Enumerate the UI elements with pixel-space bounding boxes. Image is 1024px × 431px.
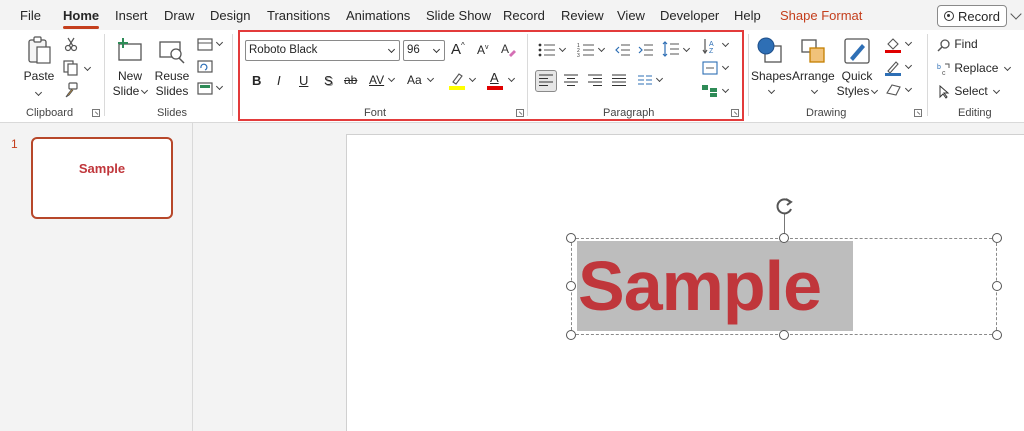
find-button[interactable]: Find [937, 37, 978, 52]
replace-button[interactable]: b c Replace [937, 61, 1011, 77]
annotation-highlight-box [238, 30, 744, 121]
paste-icon [28, 36, 51, 64]
reset-slide-icon[interactable] [197, 60, 213, 73]
drawing-group-label: Drawing [806, 107, 847, 119]
quick-styles-button[interactable]: Quick Styles [836, 36, 879, 99]
copy-icon[interactable] [63, 60, 79, 76]
resize-handle-right[interactable] [992, 281, 1002, 291]
paste-label: Paste [23, 69, 55, 83]
new-slide-label-line1: New [117, 69, 142, 83]
reuse-slides-label-line2: Slides [155, 84, 189, 98]
shapes-label: Shapes [751, 69, 792, 83]
cut-icon[interactable] [64, 36, 78, 52]
reuse-slides-button[interactable]: Reuse Slides [153, 36, 191, 99]
group-divider [232, 34, 233, 116]
rotate-handle-icon[interactable] [774, 196, 796, 216]
section-dropdown-caret[interactable] [215, 82, 224, 91]
drawing-launcher-icon[interactable] [914, 109, 922, 117]
tab-shape-format[interactable]: Shape Format [780, 8, 862, 23]
group-divider [748, 34, 749, 116]
resize-handle-top-left[interactable] [566, 233, 576, 243]
replace-label: Replace [954, 61, 999, 75]
tab-transitions[interactable]: Transitions [267, 8, 330, 23]
ribbon-tabs: File Home Insert Draw Design Transitions… [0, 0, 1024, 30]
panel-divider[interactable] [192, 123, 193, 431]
shape-fill-icon[interactable] [884, 36, 902, 54]
shapes-button[interactable]: Shapes [751, 36, 792, 99]
shape-outline-icon[interactable] [884, 59, 902, 77]
tab-developer[interactable]: Developer [660, 8, 719, 23]
find-label: Find [954, 37, 978, 51]
resize-handle-top[interactable] [779, 233, 789, 243]
shape-effects-icon[interactable] [884, 83, 902, 97]
layout-icon[interactable] [197, 38, 213, 51]
arrange-button[interactable]: Arrange [792, 36, 835, 99]
quick-styles-icon [844, 38, 870, 64]
slides-group-label: Slides [157, 107, 187, 119]
tab-animations[interactable]: Animations [346, 8, 410, 23]
shape-fill-caret[interactable] [904, 38, 913, 47]
clipboard-group-label: Clipboard [26, 107, 74, 119]
quick-styles-label-line1: Quick [841, 69, 873, 83]
resize-handle-bottom-right[interactable] [992, 330, 1002, 340]
quick-styles-label-line2: Styles [836, 84, 870, 98]
resize-handle-bottom-left[interactable] [566, 330, 576, 340]
record-button-label: Record [958, 8, 1000, 24]
slide-thumbnail[interactable]: Sample [31, 137, 173, 219]
select-label: Select [954, 84, 988, 98]
find-icon [937, 39, 950, 52]
group-divider [927, 34, 928, 116]
record-button[interactable]: Record [937, 5, 1007, 27]
new-slide-button[interactable]: New Slide [111, 36, 149, 99]
group-divider [104, 34, 105, 116]
reuse-slides-label-line1: Reuse [154, 69, 190, 83]
clipboard-launcher-icon[interactable] [92, 109, 100, 117]
shape-outline-caret[interactable] [904, 61, 913, 70]
tab-file[interactable]: File [20, 8, 41, 23]
svg-text:c: c [942, 70, 946, 76]
replace-icon: b c [937, 63, 950, 77]
layout-dropdown-caret[interactable] [215, 38, 224, 47]
tab-review[interactable]: Review [561, 8, 604, 23]
shapes-icon [757, 37, 782, 63]
paste-dropdown-caret[interactable] [34, 88, 43, 97]
slide-number: 1 [11, 137, 18, 151]
tab-help[interactable]: Help [734, 8, 761, 23]
tab-draw[interactable]: Draw [164, 8, 194, 23]
arrange-icon [801, 39, 825, 63]
copy-dropdown-caret[interactable] [83, 63, 92, 72]
ribbon-collapse-chevron-icon[interactable] [1010, 8, 1022, 20]
record-icon [944, 11, 955, 21]
arrange-label: Arrange [792, 69, 835, 83]
tab-insert[interactable]: Insert [115, 8, 148, 23]
tab-record[interactable]: Record [503, 8, 545, 23]
resize-handle-bottom[interactable] [779, 330, 789, 340]
svg-text:b: b [937, 64, 941, 71]
paste-button[interactable]: Paste [23, 36, 55, 97]
resize-handle-top-right[interactable] [992, 233, 1002, 243]
new-slide-icon [118, 38, 142, 61]
new-slide-label-line2: Slide [112, 84, 140, 98]
select-button[interactable]: Select [937, 84, 1001, 99]
select-pointer-icon [939, 84, 950, 99]
format-painter-icon[interactable] [63, 82, 79, 98]
tab-view[interactable]: View [617, 8, 645, 23]
slide-thumbnail-text: Sample [78, 161, 126, 176]
editing-group-label: Editing [958, 107, 992, 119]
shape-effects-caret[interactable] [904, 84, 913, 93]
reuse-slides-icon [159, 41, 185, 64]
tab-home[interactable]: Home [63, 8, 100, 29]
resize-handle-left[interactable] [566, 281, 576, 291]
section-icon[interactable] [197, 82, 213, 95]
tab-design[interactable]: Design [210, 8, 250, 23]
tab-slide-show[interactable]: Slide Show [426, 8, 491, 23]
slide-title-text[interactable]: Sample [578, 238, 853, 334]
